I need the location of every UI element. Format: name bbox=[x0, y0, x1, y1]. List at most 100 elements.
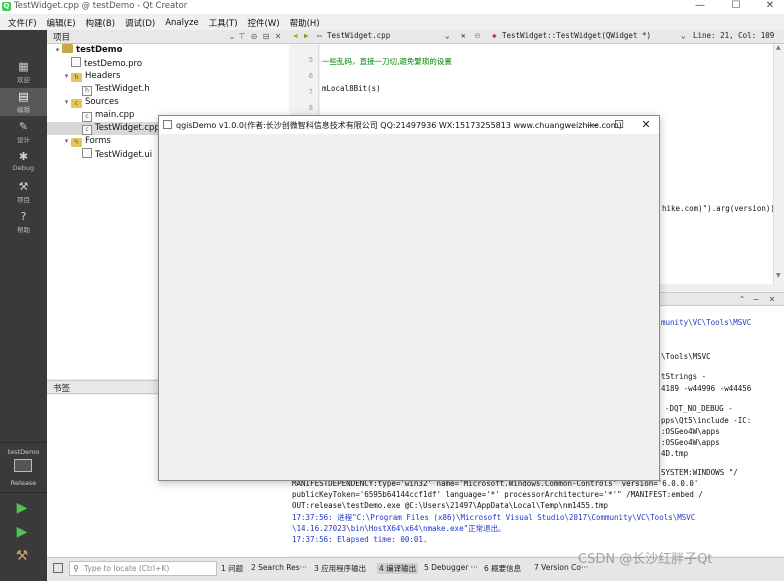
output-line: tStrings - bbox=[661, 372, 707, 381]
mode-welcome[interactable]: ▦ 欢迎 bbox=[0, 58, 47, 86]
expand-arrow-icon[interactable]: ▾ bbox=[62, 135, 71, 148]
pencil-icon: ✎ bbox=[18, 120, 29, 133]
help-icon: ? bbox=[20, 210, 27, 223]
mode-debug[interactable]: ✱ Debug bbox=[0, 148, 47, 176]
back-arrow-icon[interactable]: ◀ bbox=[293, 31, 298, 40]
locator-input[interactable]: ⚲ Type to locate (Ctrl+K) bbox=[69, 561, 217, 576]
link-icon[interactable]: ⊝ bbox=[249, 31, 259, 42]
tree-item-folder[interactable]: ▾ h Headers bbox=[47, 70, 289, 83]
dropdown-icon[interactable]: ⌄ bbox=[227, 31, 237, 42]
dialog-maximize-button[interactable]: ☐ bbox=[606, 117, 632, 133]
tab-issues[interactable]: 1 问题 bbox=[221, 563, 243, 574]
output-line: -DQT_NO_DEBUG - bbox=[665, 404, 733, 413]
cpp-file-icon: c bbox=[82, 125, 92, 135]
split-editor-icon[interactable]: ⊟ bbox=[475, 31, 480, 40]
menu-bar: 文件(F) 编辑(E) 构建(B) 调试(D) Analyze 工具(T) 控件… bbox=[0, 15, 784, 30]
forward-arrow-icon[interactable]: ▶ bbox=[304, 31, 309, 40]
maximize-pane-icon[interactable]: ⌃ bbox=[737, 294, 747, 305]
close-output-icon[interactable]: ✕ bbox=[767, 294, 777, 305]
debug-run-icon[interactable]: ▶ bbox=[12, 524, 32, 540]
header-file-icon: h bbox=[82, 86, 92, 96]
expand-arrow-icon[interactable]: ▾ bbox=[62, 70, 71, 83]
menu-file[interactable]: 文件(F) bbox=[8, 17, 37, 29]
minimize-pane-icon[interactable]: − bbox=[751, 294, 761, 305]
tab-general-messages[interactable]: 6 概要信息 bbox=[484, 563, 521, 574]
minimize-button[interactable]: — bbox=[688, 0, 712, 14]
code-line: hike.com)").arg(version)); bbox=[662, 204, 774, 213]
menu-build[interactable]: 构建(B) bbox=[86, 17, 115, 29]
menu-analyze[interactable]: Analyze bbox=[165, 18, 199, 28]
symbol-selector[interactable]: TestWidget::TestWidget(QWidget *) bbox=[502, 31, 651, 40]
tab-application-output[interactable]: 3 应用程序输出 bbox=[314, 563, 366, 574]
target-project-label: testDemo bbox=[7, 448, 40, 456]
mode-design[interactable]: ✎ 设计 bbox=[0, 118, 47, 146]
scroll-up-icon[interactable]: ▲ bbox=[776, 44, 781, 51]
dialog-title-bar: qgisDemo v1.0.0(作者:长沙创微智科信息技术有限公司 QQ:214… bbox=[159, 116, 659, 134]
output-line: 4D.tmp bbox=[661, 449, 689, 458]
menu-controls[interactable]: 控件(W) bbox=[248, 17, 280, 29]
app-window-icon bbox=[163, 120, 172, 129]
scroll-down-icon[interactable]: ▼ bbox=[776, 272, 781, 279]
editor-scrollbar[interactable]: ▲ ▼ bbox=[773, 44, 784, 284]
symbol-icon: ◆ bbox=[492, 31, 497, 40]
line-number: 7 bbox=[308, 88, 313, 96]
folder-h-icon: h bbox=[71, 73, 82, 82]
output-line: \Tools\MSVC bbox=[661, 352, 711, 361]
mode-bar: ▦ 欢迎 ▤ 编辑 ✎ 设计 ✱ Debug ⚒ 项目 ? 帮助 testDem… bbox=[0, 30, 47, 581]
cpp-file-icon: c bbox=[82, 112, 92, 122]
symbol-dropdown-icon[interactable]: ⌄ bbox=[681, 31, 686, 40]
output-line: 4189 -w44996 -w44456 bbox=[661, 384, 752, 393]
filter-icon[interactable]: ⊤ bbox=[237, 31, 247, 42]
editor-file-tab[interactable]: TestWidget.cpp bbox=[327, 31, 390, 40]
code-comment-line: 一些乱码，直接一刀切,避免繁琐的设置 bbox=[322, 57, 452, 66]
output-line: :OSGeo4W\apps bbox=[661, 438, 720, 447]
grid-icon: ▦ bbox=[18, 60, 29, 73]
close-pane-icon[interactable]: ✕ bbox=[273, 31, 283, 42]
mode-edit[interactable]: ▤ 编辑 bbox=[0, 88, 47, 116]
project-folder-icon bbox=[62, 44, 73, 53]
folder-forms-icon: ✎ bbox=[71, 138, 82, 147]
pro-file-icon bbox=[71, 57, 81, 67]
search-icon: ⚲ bbox=[73, 564, 79, 573]
mode-help[interactable]: ? 帮助 bbox=[0, 208, 47, 236]
line-number: 6 bbox=[308, 72, 313, 80]
tree-item-file[interactable]: testDemo.pro bbox=[47, 57, 289, 70]
tab-search-results[interactable]: 2 Search Res··· bbox=[251, 563, 307, 572]
tree-item-folder[interactable]: ▾ c Sources bbox=[47, 96, 289, 109]
project-pane-header: 项目 ⌄ ⊤ ⊝ ⊟ ✕ bbox=[47, 30, 289, 44]
build-hammer-icon[interactable]: ⚒ bbox=[12, 548, 32, 564]
tab-debugger[interactable]: 5 Debugger ··· bbox=[424, 563, 478, 572]
close-button[interactable]: ✕ bbox=[758, 0, 782, 14]
menu-help[interactable]: 帮助(H) bbox=[290, 17, 320, 29]
tree-item-project[interactable]: ▾ testDemo bbox=[47, 44, 289, 57]
menu-debug[interactable]: 调试(D) bbox=[125, 17, 155, 29]
dialog-content bbox=[159, 134, 659, 480]
qgis-demo-dialog: qgisDemo v1.0.0(作者:长沙创微智科信息技术有限公司 QQ:214… bbox=[158, 115, 660, 481]
menu-edit[interactable]: 编辑(E) bbox=[47, 17, 76, 29]
file-dropdown-icon[interactable]: ⌄ bbox=[445, 31, 450, 40]
line-number: 8 bbox=[308, 104, 313, 112]
output-line: publicKeyToken='6595b64144ccf1df' langua… bbox=[292, 490, 703, 499]
close-editor-icon[interactable]: ✕ bbox=[461, 31, 466, 40]
output-line: 17:37:56: 进程"C:\Program Files (x86)\Micr… bbox=[292, 513, 696, 522]
expand-arrow-icon[interactable]: ▾ bbox=[62, 96, 71, 109]
bookmarks-pane-title: 书签 bbox=[53, 384, 71, 394]
monitor-icon[interactable] bbox=[14, 459, 32, 472]
expand-arrow-icon[interactable]: ▾ bbox=[53, 44, 62, 57]
split-icon[interactable]: ⊟ bbox=[261, 31, 271, 42]
dialog-title: qgisDemo v1.0.0(作者:长沙创微智科信息技术有限公司 QQ:214… bbox=[176, 121, 622, 130]
tab-compile-output[interactable]: 4 编译输出 bbox=[377, 563, 419, 574]
dialog-close-button[interactable]: ✕ bbox=[633, 117, 659, 133]
mode-projects[interactable]: ⚒ 项目 bbox=[0, 178, 47, 206]
dialog-minimize-button[interactable]: — bbox=[579, 117, 605, 133]
output-line: OUT:release\testDemo.exe @C:\Users\21497… bbox=[292, 501, 609, 510]
watermark: CSDN @长沙红胖子Qt bbox=[578, 552, 713, 567]
maximize-button[interactable]: ☐ bbox=[724, 0, 748, 14]
toggle-sidebar-icon[interactable] bbox=[53, 563, 63, 573]
modebar-separator bbox=[0, 442, 47, 443]
tree-item-file[interactable]: h TestWidget.h bbox=[47, 83, 289, 96]
file-icon: ▭ bbox=[317, 31, 322, 40]
run-icon[interactable]: ▶ bbox=[12, 500, 32, 516]
project-pane-title: 项目 bbox=[53, 33, 71, 43]
menu-tools[interactable]: 工具(T) bbox=[209, 17, 238, 29]
